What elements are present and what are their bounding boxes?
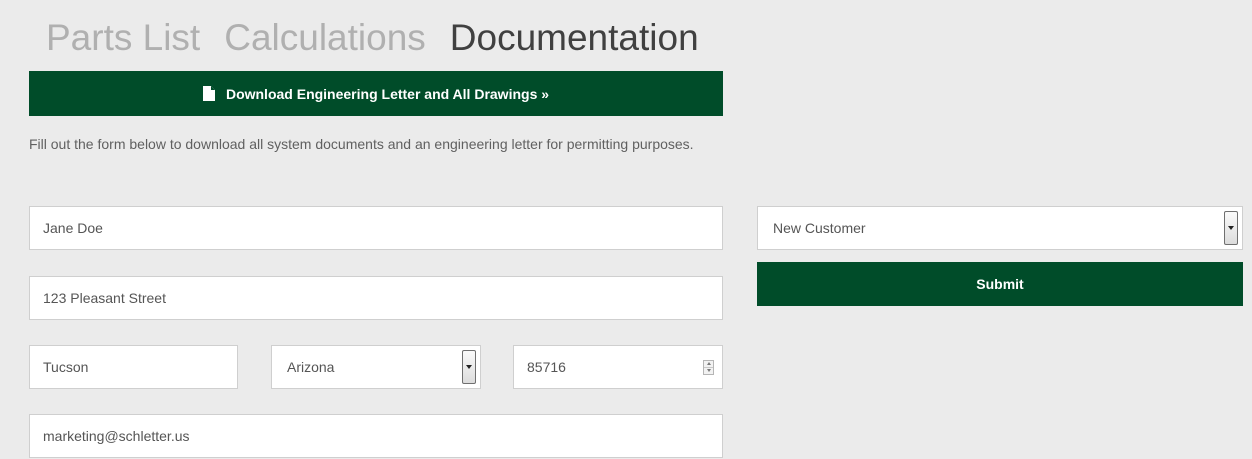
name-input[interactable]	[29, 206, 723, 250]
form-description: Fill out the form below to download all …	[29, 136, 694, 152]
customer-type-select[interactable]: New Customer	[757, 206, 1243, 250]
tab-calculations[interactable]: Calculations	[224, 14, 426, 62]
documentation-tabs: Parts List Calculations Documentation	[46, 14, 723, 62]
spinner-down-icon[interactable]	[704, 366, 713, 374]
zip-value: 85716	[527, 359, 566, 375]
city-input[interactable]	[29, 345, 238, 389]
address-input[interactable]	[29, 276, 723, 320]
customer-type-value: New Customer	[773, 220, 866, 236]
submit-button[interactable]: Submit	[757, 262, 1243, 306]
state-select-value: Arizona	[287, 359, 335, 375]
zip-spinner[interactable]	[703, 359, 714, 375]
state-select[interactable]: Arizona	[271, 345, 481, 389]
email-input[interactable]	[29, 414, 723, 458]
download-label: Download Engineering Letter and All Draw…	[225, 85, 550, 102]
download-engineering-letter-button[interactable]: Download Engineering Letter and All Draw…	[29, 71, 723, 116]
chevron-down-icon[interactable]	[462, 350, 476, 384]
zip-input[interactable]: 85716	[513, 345, 723, 389]
tab-parts-list[interactable]: Parts List	[46, 14, 200, 62]
chevron-down-icon[interactable]	[1224, 211, 1238, 245]
document-icon	[202, 85, 217, 102]
tab-documentation[interactable]: Documentation	[450, 14, 699, 62]
